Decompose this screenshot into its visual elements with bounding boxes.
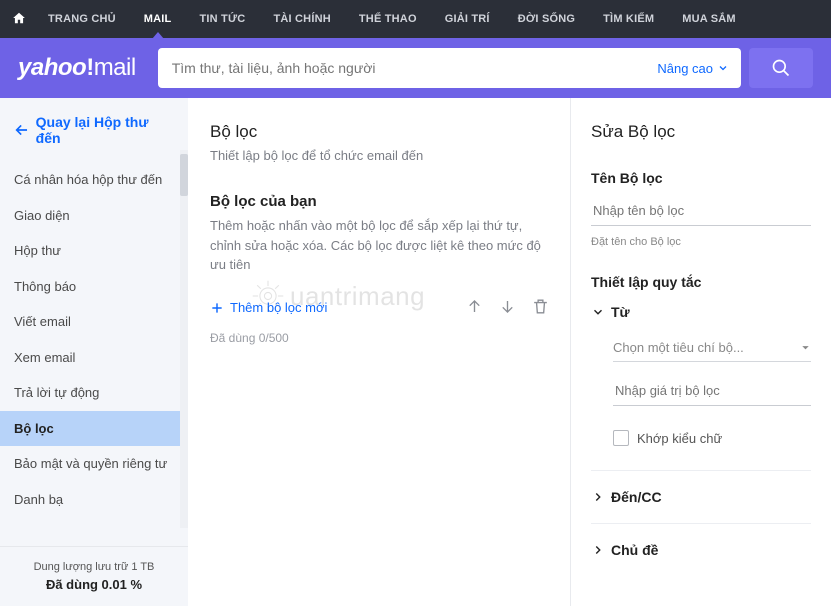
rule-section-from[interactable]: Từ (591, 300, 811, 324)
search-input[interactable] (158, 60, 646, 76)
arrow-left-icon (14, 122, 30, 138)
chevron-right-icon (591, 490, 605, 504)
sidebar-item-mailbox[interactable]: Hộp thư (0, 233, 188, 269)
edit-filter-title: Sửa Bộ lọc (591, 122, 811, 142)
sidebar-item-privacy[interactable]: Bảo mật và quyền riêng tư (0, 446, 188, 482)
move-up-button[interactable] (465, 297, 484, 319)
criteria-select[interactable]: Chọn một tiêu chí bộ... (613, 334, 811, 362)
nav-item-tai-chinh[interactable]: TÀI CHÍNH (259, 0, 344, 38)
advanced-search-link[interactable]: Nâng cao (645, 61, 741, 76)
settings-sidebar: Quay lại Hộp thư đến Cá nhân hóa hộp thư… (0, 98, 188, 606)
nav-item-trang-chu[interactable]: TRANG CHỦ (34, 0, 130, 38)
chevron-right-icon (591, 543, 605, 557)
main-content: Bộ lọc Thiết lập bộ lọc để tổ chức email… (188, 98, 831, 606)
sidebar-item-notifications[interactable]: Thông báo (0, 269, 188, 305)
rule-section-subject[interactable]: Chủ đề (591, 538, 811, 562)
sidebar-item-contacts[interactable]: Danh bạ (0, 482, 188, 518)
your-filters-desc: Thêm hoặc nhấn vào một bộ lọc để sắp xếp… (210, 216, 550, 275)
delete-button[interactable] (531, 297, 550, 319)
nav-item-mua-sam[interactable]: MUA SẮM (668, 0, 750, 38)
header: yahoo!mail Nâng cao (0, 38, 831, 98)
page-subtitle: Thiết lập bộ lọc để tổ chức email đến (210, 148, 550, 163)
search-bar: Nâng cao (158, 48, 741, 88)
move-down-button[interactable] (498, 297, 517, 319)
nav-item-doi-song[interactable]: ĐỜI SỐNG (504, 0, 589, 38)
storage-used: Đã dùng 0.01 % (14, 577, 174, 592)
search-button[interactable] (749, 48, 813, 88)
search-icon (771, 58, 791, 78)
caret-down-icon (800, 342, 811, 353)
sidebar-scrollbar[interactable] (180, 150, 188, 528)
edit-filter-panel: Sửa Bộ lọc Tên Bộ lọc Đặt tên cho Bộ lọc… (571, 98, 831, 606)
sidebar-item-filters[interactable]: Bộ lọc (0, 411, 188, 447)
checkbox-icon (613, 430, 629, 446)
sidebar-list: Cá nhân hóa hộp thư đến Giao diện Hộp th… (0, 162, 188, 546)
filter-name-helper: Đặt tên cho Bộ lọc (591, 236, 811, 248)
nav-item-the-thao[interactable]: THỂ THAO (345, 0, 431, 38)
match-case-checkbox[interactable]: Khớp kiểu chữ (613, 430, 811, 446)
scrollbar-thumb[interactable] (180, 154, 188, 196)
back-to-inbox-link[interactable]: Quay lại Hộp thư đến (0, 98, 188, 162)
sidebar-item-compose[interactable]: Viết email (0, 304, 188, 340)
chevron-down-icon (591, 305, 605, 319)
rule-section-to-cc[interactable]: Đến/CC (591, 485, 811, 509)
your-filters-title: Bộ lọc của bạn (210, 193, 550, 210)
sidebar-item-view[interactable]: Xem email (0, 340, 188, 376)
filter-value-input[interactable] (613, 376, 811, 406)
storage-info: Dung lượng lưu trữ 1 TB Đã dùng 0.01 % (0, 546, 188, 606)
filter-name-input[interactable] (591, 196, 811, 226)
home-icon[interactable] (12, 11, 26, 28)
plus-icon (210, 301, 224, 315)
filters-column: Bộ lọc Thiết lập bộ lọc để tổ chức email… (188, 98, 571, 606)
page-title: Bộ lọc (210, 122, 550, 142)
sidebar-item-autoreply[interactable]: Trả lời tự động (0, 375, 188, 411)
logo[interactable]: yahoo!mail (18, 54, 136, 82)
nav-item-giai-tri[interactable]: GIẢI TRÍ (431, 0, 504, 38)
sidebar-item-appearance[interactable]: Giao diện (0, 198, 188, 234)
filter-actions-row: Thêm bộ lọc mới (210, 297, 550, 319)
filter-counter: Đã dùng 0/500 (210, 331, 550, 345)
top-nav: TRANG CHỦ MAIL TIN TỨC TÀI CHÍNH THỂ THA… (0, 0, 831, 38)
add-filter-link[interactable]: Thêm bộ lọc mới (210, 300, 327, 315)
rule-from-body: Chọn một tiêu chí bộ... Khớp kiểu chữ (591, 324, 811, 456)
nav-item-mail[interactable]: MAIL (130, 0, 186, 38)
storage-label: Dung lượng lưu trữ 1 TB (14, 561, 174, 573)
filter-name-label: Tên Bộ lọc (591, 170, 811, 186)
rules-label: Thiết lập quy tắc (591, 274, 811, 290)
sidebar-item-personalize[interactable]: Cá nhân hóa hộp thư đến (0, 162, 188, 198)
nav-item-tim-kiem[interactable]: TÌM KIẾM (589, 0, 668, 38)
chevron-down-icon (717, 62, 729, 74)
nav-item-tin-tuc[interactable]: TIN TỨC (185, 0, 259, 38)
